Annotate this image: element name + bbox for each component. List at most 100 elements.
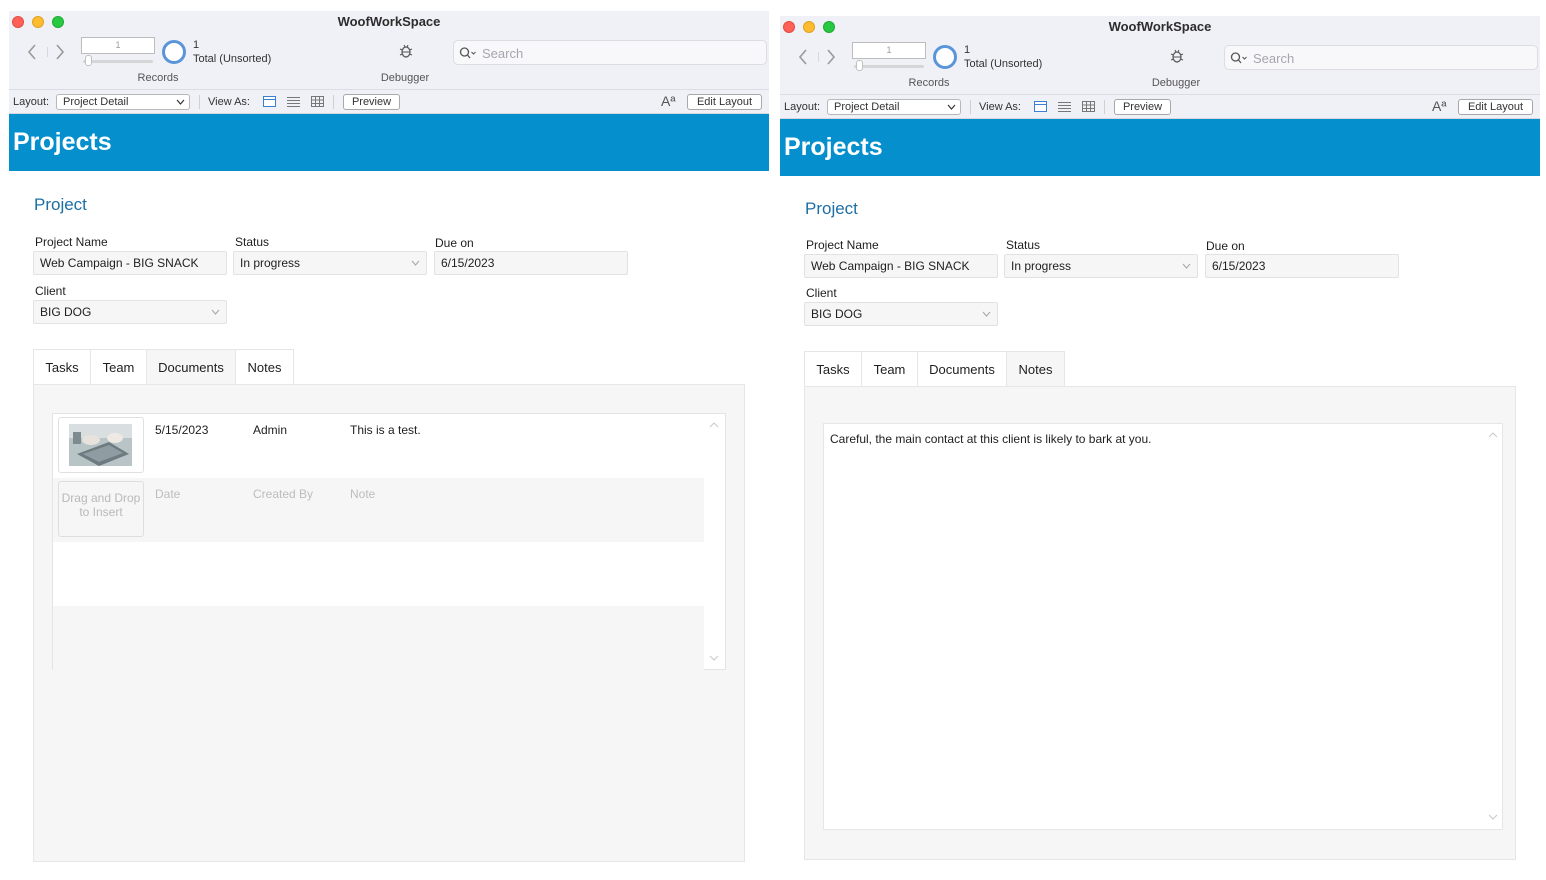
documents-portal[interactable]: 5/15/2023 Admin This is a test. Drag and…	[52, 413, 726, 670]
table-row[interactable]: 5/15/2023 Admin This is a test.	[53, 414, 704, 478]
search-field[interactable]: Search	[1224, 45, 1538, 70]
record-number-input[interactable]: 1	[852, 42, 926, 59]
window-title: WoofWorkSpace	[337, 14, 441, 29]
table-row	[53, 542, 704, 606]
chevron-down-icon	[411, 260, 420, 266]
layout-label: Layout:	[13, 96, 50, 108]
forward-arrow-icon[interactable]	[53, 42, 67, 62]
chevron-down-icon	[1182, 263, 1191, 269]
table-view-icon[interactable]	[1082, 101, 1095, 112]
client-label: Client	[806, 286, 837, 300]
record-total: Total (Unsorted)	[193, 53, 272, 65]
layout-label: Layout:	[784, 101, 821, 113]
scroll-up-icon[interactable]	[709, 422, 719, 428]
font-size-icon[interactable]: Aª	[661, 93, 676, 109]
note-placeholder: Note	[350, 487, 376, 501]
chevron-down-icon	[982, 311, 991, 317]
font-size-icon[interactable]: Aª	[1432, 98, 1447, 114]
list-view-icon[interactable]	[287, 96, 300, 107]
scroll-down-icon[interactable]	[1488, 814, 1498, 820]
tab-team[interactable]: Team	[861, 351, 918, 387]
due-on-field[interactable]: 6/15/2023	[434, 251, 628, 275]
status-label: Status	[235, 235, 270, 249]
view-as-label: View As:	[208, 96, 250, 108]
chevron-down-icon	[211, 309, 220, 315]
tab-team[interactable]: Team	[90, 349, 147, 385]
preview-button[interactable]: Preview	[343, 94, 400, 110]
record-slider-track[interactable]	[854, 65, 924, 68]
record-slider-handle[interactable]	[856, 60, 863, 71]
toolbar-divider	[1104, 100, 1105, 114]
nav-divider	[47, 47, 48, 57]
notes-text-area[interactable]: Careful, the main contact at this client…	[823, 423, 1503, 830]
layout-select-value: Project Detail	[63, 96, 129, 108]
layout-select-value: Project Detail	[834, 101, 900, 113]
tab-notes[interactable]: Notes	[1006, 351, 1065, 387]
document-thumbnail[interactable]	[58, 417, 144, 473]
created-by-placeholder: Created By	[253, 487, 314, 501]
drag-drop-container[interactable]: Drag and Drop to Insert	[58, 481, 144, 537]
record-count: 1	[193, 39, 200, 51]
tab-tasks[interactable]: Tasks	[804, 351, 862, 387]
list-view-icon[interactable]	[1058, 101, 1071, 112]
status-dropdown[interactable]: In progress	[233, 251, 427, 275]
scroll-up-icon[interactable]	[1488, 432, 1498, 438]
doc-note: This is a test.	[350, 423, 421, 437]
edit-layout-button[interactable]: Edit Layout	[1458, 99, 1533, 115]
record-pie-icon	[933, 45, 957, 69]
title-toolbar: WoofWorkSpace 1 1 Total (Unsorted) Recor…	[9, 11, 769, 89]
client-dropdown[interactable]: BIG DOG	[33, 300, 227, 324]
tab-documents[interactable]: Documents	[917, 351, 1007, 387]
record-slider-handle[interactable]	[85, 55, 92, 66]
bug-icon[interactable]	[398, 43, 414, 59]
chevron-down-icon	[176, 99, 185, 105]
nav-divider	[818, 52, 819, 62]
back-arrow-icon[interactable]	[796, 47, 810, 67]
app-window-notes: WoofWorkSpace 1 1 Total (Unsorted) Recor…	[780, 16, 1540, 871]
records-label: Records	[908, 77, 950, 89]
record-slider-track[interactable]	[83, 60, 153, 63]
status-value: In progress	[240, 256, 301, 270]
table-row	[53, 606, 704, 670]
layout-bar: Layout: Project Detail View As: Preview …	[780, 94, 1540, 119]
notes-content: Careful, the main contact at this client…	[830, 432, 1152, 446]
preview-button[interactable]: Preview	[1114, 99, 1171, 115]
client-dropdown[interactable]: BIG DOG	[804, 302, 998, 326]
form-view-icon[interactable]	[1034, 101, 1047, 112]
status-value: In progress	[1011, 259, 1072, 273]
client-value: BIG DOG	[811, 307, 863, 321]
layout-select[interactable]: Project Detail	[56, 94, 190, 110]
client-value: BIG DOG	[40, 305, 92, 319]
table-row[interactable]: Drag and Drop to Insert Date Created By …	[53, 478, 704, 542]
project-name-field[interactable]: Web Campaign - BIG SNACK	[804, 254, 998, 278]
notes-tab-panel: Careful, the main contact at this client…	[804, 386, 1516, 860]
search-icon	[459, 47, 476, 59]
title-toolbar: WoofWorkSpace 1 1 Total (Unsorted) Recor…	[780, 16, 1540, 94]
layout-bar: Layout: Project Detail View As: Preview …	[9, 89, 769, 114]
back-arrow-icon[interactable]	[25, 42, 39, 62]
view-as-label: View As:	[979, 101, 1021, 113]
search-icon	[1230, 52, 1247, 64]
due-on-field[interactable]: 6/15/2023	[1205, 254, 1399, 278]
tab-tasks[interactable]: Tasks	[33, 349, 91, 385]
section-title: Project	[805, 199, 858, 218]
form-view-icon[interactable]	[263, 96, 276, 107]
status-dropdown[interactable]: In progress	[1004, 254, 1198, 278]
doc-created-by: Admin	[253, 423, 288, 437]
app-window-documents: WoofWorkSpace 1 1 Total (Unsorted) Recor…	[9, 11, 769, 871]
bug-icon[interactable]	[1169, 48, 1185, 64]
layout-select[interactable]: Project Detail	[827, 99, 961, 115]
record-number-input[interactable]: 1	[81, 37, 155, 54]
tab-documents[interactable]: Documents	[146, 349, 236, 385]
scroll-down-icon[interactable]	[709, 655, 719, 661]
edit-layout-button[interactable]: Edit Layout	[687, 94, 762, 110]
window-title: WoofWorkSpace	[1108, 19, 1212, 34]
tab-notes[interactable]: Notes	[235, 349, 294, 385]
due-on-label: Due on	[1206, 239, 1245, 253]
page-title: Projects	[13, 128, 112, 156]
forward-arrow-icon[interactable]	[824, 47, 838, 67]
table-view-icon[interactable]	[311, 96, 324, 107]
search-field[interactable]: Search	[453, 40, 767, 65]
date-placeholder: Date	[155, 487, 181, 501]
project-name-field[interactable]: Web Campaign - BIG SNACK	[33, 251, 227, 275]
